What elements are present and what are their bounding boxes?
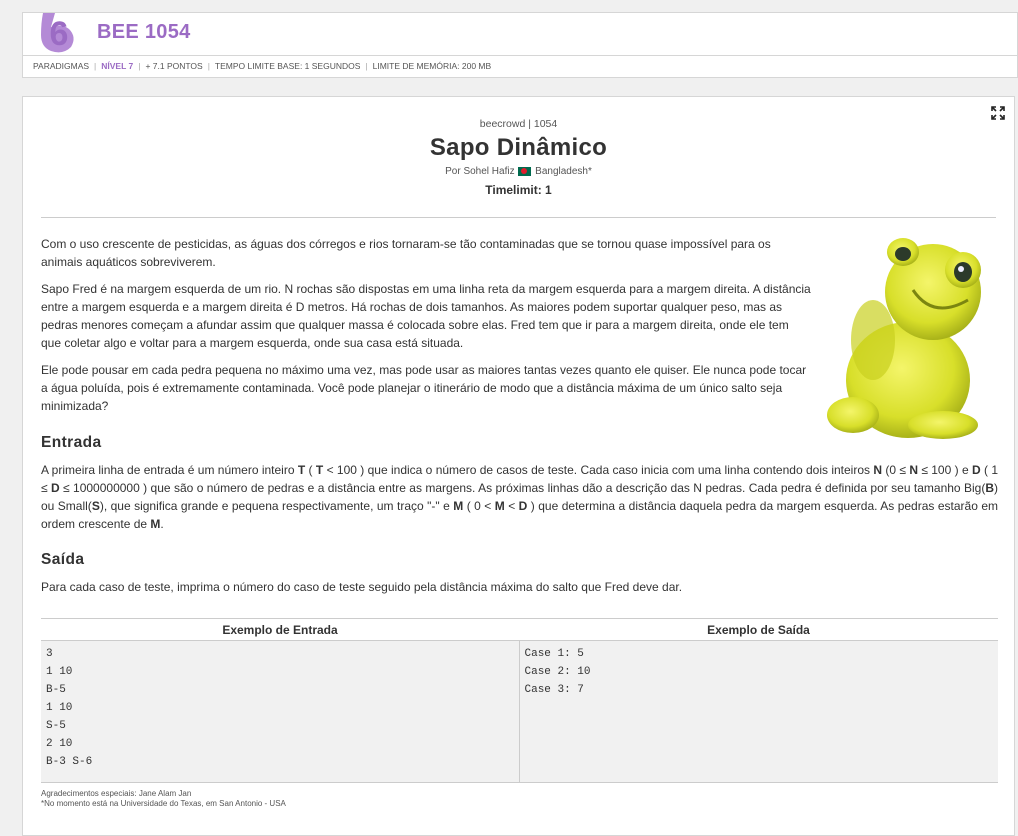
description-paragraph: Ele pode pousar em cada pedra pequena no… (41, 363, 807, 413)
credits: Agradecimentos especiais: Jane Alam Jan … (41, 789, 286, 809)
meta-points: + 7.1 PONTOS (145, 61, 203, 71)
example-input[interactable]: 3 1 10 B-5 1 10 S-5 2 10 B-3 S-6 (41, 640, 520, 783)
meta-time-limit: TEMPO LIMITE BASE: 1 SEGUNDOS (214, 61, 361, 71)
example-input-line: 2 10 (46, 738, 73, 750)
meta-level: NÍVEL 7 (101, 61, 134, 71)
problem-title: Sapo Dinâmico (429, 134, 608, 161)
author-country: Bangladesh* (535, 166, 592, 177)
level-badge-icon: 6 (41, 13, 74, 53)
svg-text:6: 6 (50, 15, 69, 53)
problem-header: 6 BEE 1054 PARADIGMAS | NÍVEL 7 | + 7.1 PONT… (22, 12, 1018, 78)
meta-memory-limit: LIMITE DE MEMÓRIA: 200 MB (372, 61, 492, 71)
example-output[interactable]: Case 1: 5 Case 2: 10 Case 3: 7 (519, 640, 998, 783)
bangladesh-flag-icon (518, 166, 532, 176)
problem-author: Por Sohel Hafiz Bangladesh* (23, 166, 1014, 180)
author-name: Por Sohel Hafiz (445, 166, 515, 177)
credits-line: *No momento está na Universidade do Texa… (41, 799, 286, 808)
input-description: A primeira linha de entrada é um número … (41, 463, 999, 531)
divider (41, 217, 996, 218)
example-input-line: S-5 (46, 720, 66, 732)
problem-code: BEE 1054 (97, 21, 191, 43)
example-input-line: B-3 S-6 (46, 756, 93, 768)
example-input-line: 1 10 (46, 666, 73, 678)
example-output-header: Exemplo de Saída (519, 618, 998, 641)
credits-line: Agradecimentos especiais: Jane Alam Jan (41, 789, 192, 798)
problem-meta: PARADIGMAS | NÍVEL 7 | + 7.1 PONTOS | TEMPO LI… (33, 61, 492, 71)
description-paragraph: Com o uso crescente de pesticidas, as ág… (41, 237, 771, 269)
example-input-header: Exemplo de Entrada (41, 618, 519, 641)
example-input-line: 1 10 (46, 702, 73, 714)
timelimit: Timelimit: 1 (485, 183, 552, 197)
examples-table: Exemplo de Entrada Exemplo de Saída 3 1 … (41, 618, 998, 783)
problem-content: beecrowd | 1054 Sapo Dinâmico Por Sohel … (22, 96, 1015, 836)
problem-source: beecrowd | 1054 (479, 118, 558, 130)
description-paragraph: Sapo Fred é na margem esquerda de um rio… (41, 282, 811, 350)
example-input-line: B-5 (46, 684, 66, 696)
output-description: Para cada caso de teste, imprima o númer… (41, 580, 683, 594)
header-title-bar: 6 BEE 1054 (23, 13, 1017, 56)
example-output-line: Case 1: 5 (524, 648, 584, 660)
example-output-line: Case 3: 7 (524, 684, 584, 696)
frog-image (827, 238, 981, 439)
title-block: beecrowd | 1054 Sapo Dinâmico Por Sohel … (23, 118, 1014, 197)
problem-description: Com o uso crescente de pesticidas, as ág… (41, 235, 811, 424)
output-heading: Saída (41, 551, 85, 568)
input-heading: Entrada (41, 434, 102, 451)
example-input-line: 3 (46, 648, 53, 660)
meta-category[interactable]: PARADIGMAS (33, 61, 89, 71)
example-output-line: Case 2: 10 (524, 666, 591, 678)
